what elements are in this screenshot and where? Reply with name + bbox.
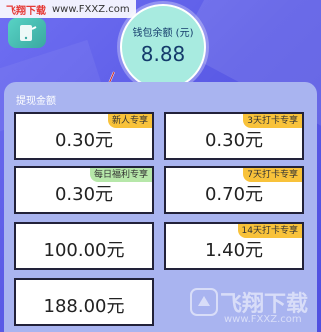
watermark-brand: 飞翔下载 bbox=[6, 5, 46, 17]
withdraw-option-card[interactable]: 100.00元 bbox=[14, 222, 154, 270]
option-amount: 188.00元 bbox=[43, 296, 125, 317]
wallet-balance: 钱包余额 (元) 8.88 bbox=[120, 4, 206, 90]
withdraw-option-card[interactable]: 14天打卡专享 1.40元 bbox=[164, 222, 304, 270]
option-amount: 0.70元 bbox=[204, 184, 264, 205]
withdraw-option-card[interactable]: 每日福利专享 0.30元 bbox=[14, 166, 154, 214]
option-amount: 100.00元 bbox=[43, 240, 125, 261]
section-title: 提现金额 bbox=[16, 96, 56, 107]
withdraw-option-card[interactable]: 新人专享 0.30元 bbox=[14, 112, 154, 160]
wallet-value: 8.88 bbox=[140, 42, 186, 66]
watermark-banner: 飞翔下载 www.FXXZ.com bbox=[0, 0, 136, 18]
option-amount: 0.30元 bbox=[54, 184, 114, 205]
withdraw-option-card[interactable]: 188.00元 bbox=[14, 278, 154, 326]
logo-icon bbox=[190, 288, 218, 316]
withdraw-option-card[interactable]: 7天打卡专享 0.70元 bbox=[164, 166, 304, 214]
phone-icon bbox=[8, 18, 46, 48]
watermark-logo: 飞翔下载 www.FXXZ.com bbox=[190, 286, 320, 330]
option-amount: 0.30元 bbox=[54, 130, 114, 151]
watermark-logo-url: www.FXXZ.com bbox=[224, 314, 302, 325]
option-amount: 1.40元 bbox=[204, 240, 264, 261]
wallet-label: 钱包余额 (元) bbox=[132, 28, 194, 39]
watermark-url: www.FXXZ.com bbox=[52, 3, 130, 15]
withdraw-option-card[interactable]: 3天打卡专享 0.30元 bbox=[164, 112, 304, 160]
option-amount: 0.30元 bbox=[204, 130, 264, 151]
